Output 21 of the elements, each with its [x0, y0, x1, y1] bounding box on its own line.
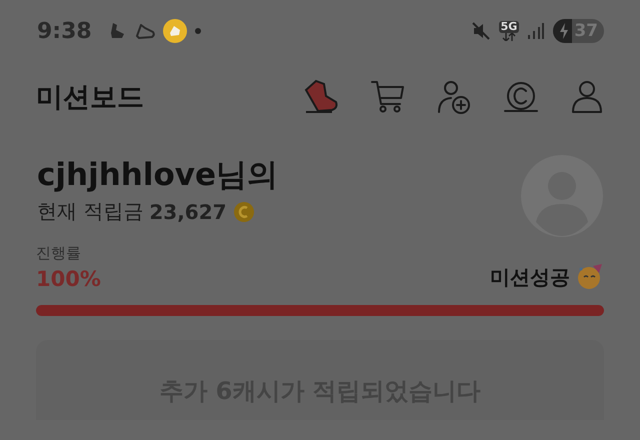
- coin-app-icon: [162, 18, 188, 44]
- charging-icon: [559, 23, 570, 39]
- signal-icon: [527, 22, 546, 40]
- balance-label: 현재 적립금: [37, 198, 144, 225]
- clock-time: 9:38: [37, 18, 92, 44]
- coin-icon: [232, 200, 255, 222]
- progress-percent: 100%: [36, 267, 101, 291]
- cart-icon[interactable]: [370, 79, 406, 115]
- coin-icon[interactable]: [502, 79, 540, 115]
- network-label: 5G: [498, 21, 520, 33]
- balance-amount: 23,627: [149, 200, 227, 224]
- mute-icon: [470, 21, 491, 41]
- progress-label: 진행률: [36, 244, 82, 263]
- mission-status: 미션성공: [490, 264, 570, 290]
- profile-icon[interactable]: [570, 79, 604, 115]
- party-face-icon: [576, 263, 604, 291]
- add-user-icon[interactable]: [436, 79, 472, 115]
- data-arrows-icon: [502, 33, 516, 41]
- notification-dot-icon: [194, 27, 202, 35]
- page-title: 미션보드: [36, 81, 145, 115]
- user-name: cjhjhhlove님의: [37, 156, 279, 195]
